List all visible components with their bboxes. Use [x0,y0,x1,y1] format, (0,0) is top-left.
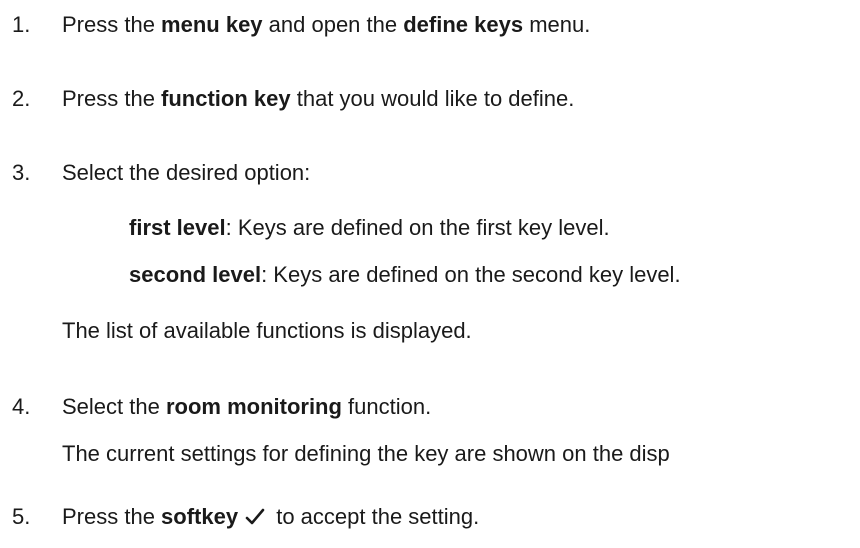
term-function-key: function key [161,86,291,111]
step-number: 1. [12,12,31,37]
option-first-level: first level: Keys are defined on the fir… [129,215,610,241]
step-number: 5. [12,504,31,529]
step-1: 1. Press the menu key and open the defin… [0,12,860,38]
term-room-monitoring: room monitoring [165,394,342,419]
term-define-keys: define keys [403,12,524,37]
step-3: 3. Select the desired option: [0,160,860,186]
step-3-result: The list of available functions is displ… [62,318,472,343]
step-text: Press the menu key and open the define k… [62,12,591,37]
step-text: Press the softkey to accept the setting. [62,504,480,529]
option-desc: : Keys are defined on the first key leve… [225,215,610,240]
option-term: second level [129,262,262,287]
step-text: Select the room monitoring function. [62,394,432,419]
step-4-result: The current settings for defining the ke… [62,441,670,466]
term-softkey: softkey [161,504,239,529]
step-5: 5. Press the softkey to accept the setti… [0,504,860,530]
step-number: 3. [12,160,31,185]
step-text: Select the desired option: [62,160,311,185]
step-number: 4. [12,394,31,419]
option-desc: : Keys are defined on the second key lev… [261,262,681,287]
option-term: first level [129,215,226,240]
step-4: 4. Select the room monitoring function. [0,394,860,420]
step-number: 2. [12,86,31,111]
checkmark-icon [244,507,266,527]
step-text: Press the function key that you would li… [62,86,575,111]
option-second-level: second level: Keys are defined on the se… [129,262,681,288]
step-2: 2. Press the function key that you would… [0,86,860,112]
term-menu-key: menu key [161,12,263,37]
